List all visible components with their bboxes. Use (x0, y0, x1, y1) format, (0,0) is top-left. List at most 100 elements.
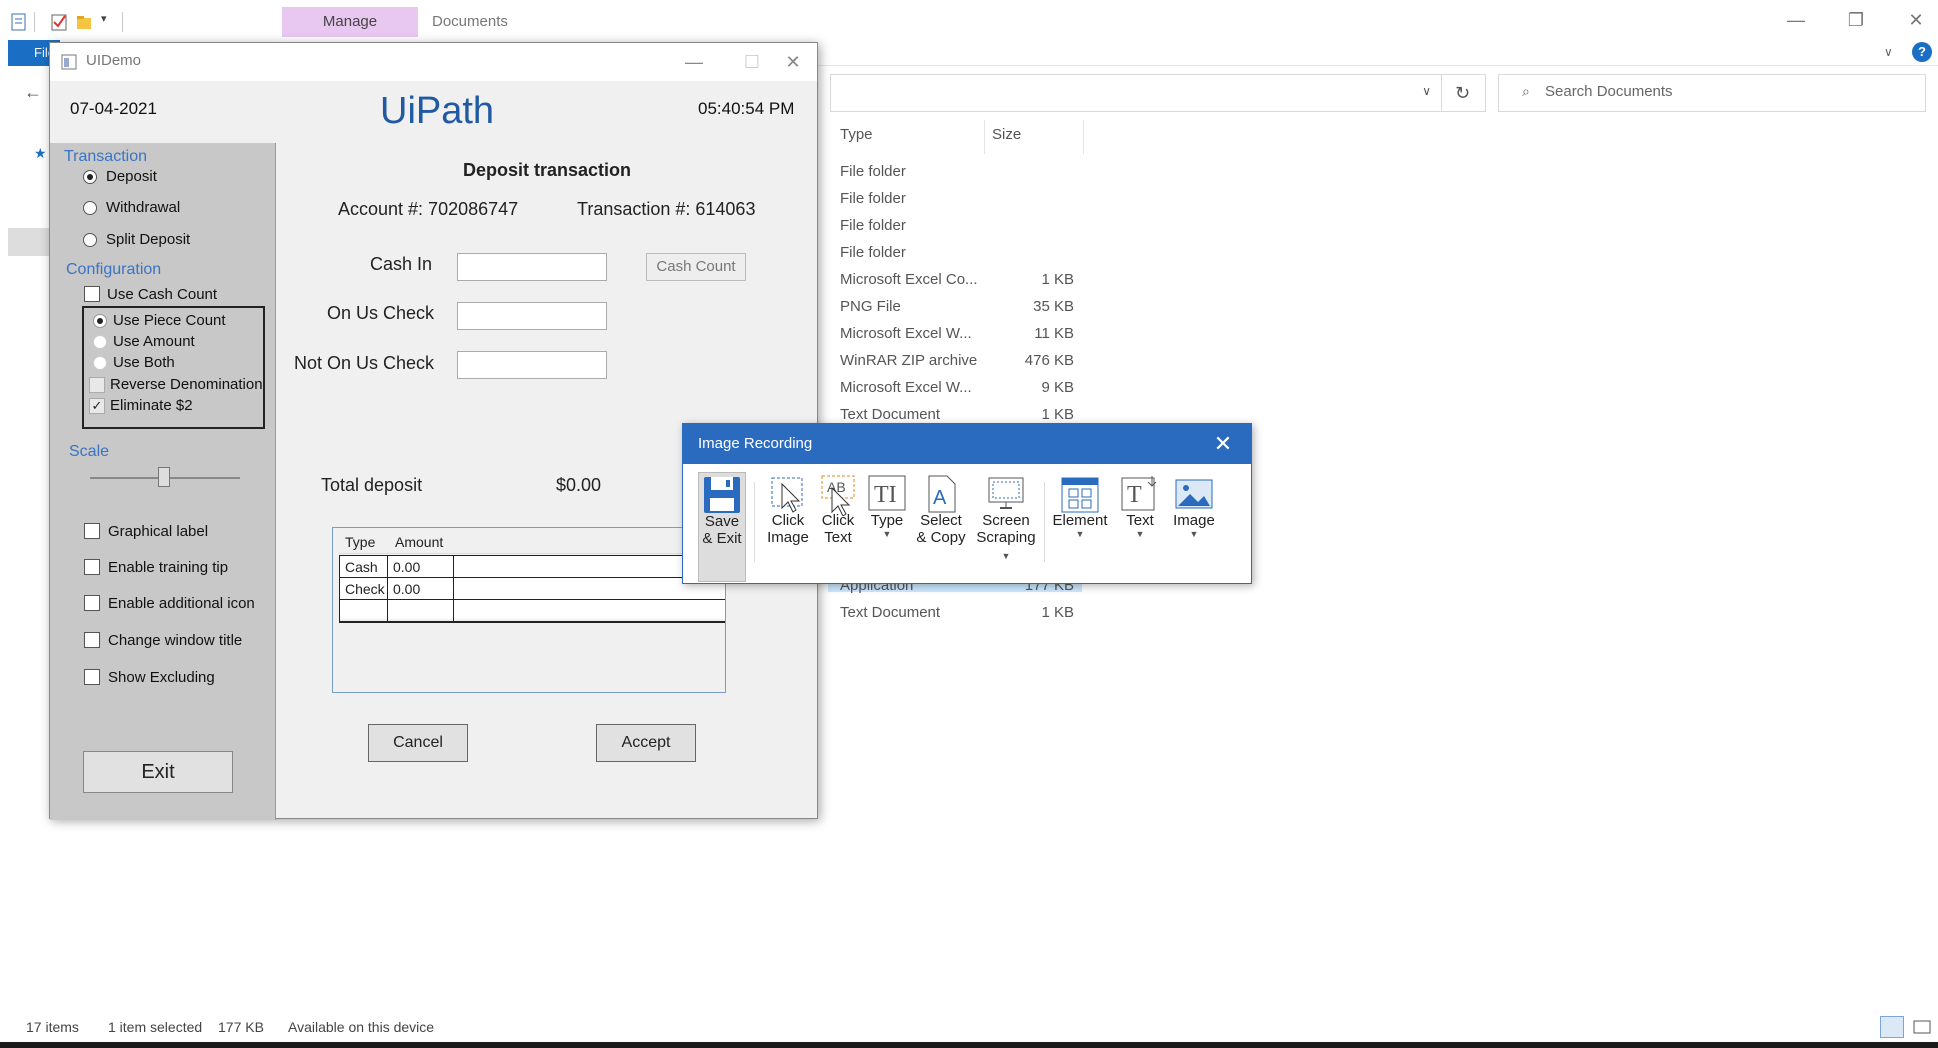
save-exit-button[interactable]: Save & Exit (698, 472, 746, 582)
select-copy-button[interactable]: A Select & Copy (915, 472, 967, 582)
file-row-type[interactable]: Text Document (840, 406, 940, 423)
type-button[interactable]: TI Type ▼ (866, 472, 908, 582)
file-row-size[interactable]: 476 KB (964, 352, 1074, 369)
cash-count-button[interactable]: Cash Count (646, 253, 746, 281)
customize-toolbar-icon[interactable]: ▾ (101, 12, 107, 25)
restore-button[interactable]: ❐ (1836, 10, 1876, 36)
file-row-size[interactable]: 11 KB (964, 325, 1074, 342)
type-dropdown-icon[interactable]: ▼ (866, 529, 908, 539)
uidemo-minimize-button[interactable]: — (670, 47, 718, 77)
file-row-type[interactable]: File folder (840, 244, 906, 261)
on-us-check-input[interactable] (457, 302, 607, 330)
file-row-size[interactable]: 1 KB (964, 406, 1074, 423)
image-recording-titlebar[interactable]: Image Recording ✕ (683, 424, 1251, 464)
image-recording-close-button[interactable]: ✕ (1203, 428, 1243, 460)
change-window-title-label[interactable]: Change window title (108, 632, 242, 649)
split-deposit-radio[interactable] (83, 233, 97, 247)
use-piece-count-label[interactable]: Use Piece Count (113, 312, 226, 329)
withdrawal-label[interactable]: Withdrawal (106, 199, 180, 216)
file-row-type[interactable]: File folder (840, 217, 906, 234)
use-cash-count-checkbox[interactable] (84, 286, 100, 302)
image-dropdown-icon[interactable]: ▼ (1168, 529, 1220, 539)
refresh-button[interactable]: ↻ (1442, 74, 1486, 112)
scale-slider-thumb[interactable] (158, 467, 170, 487)
new-folder-icon[interactable] (75, 12, 95, 32)
use-both-label[interactable]: Use Both (113, 354, 175, 371)
deposit-grid[interactable]: Type Amount Cash 0.00 Check 0.00 (332, 527, 726, 693)
enable-training-tip-checkbox[interactable] (84, 559, 100, 575)
split-deposit-label[interactable]: Split Deposit (106, 231, 190, 248)
file-row-size[interactable]: 9 KB (964, 379, 1074, 396)
reverse-denomination-label[interactable]: Reverse Denomination (110, 376, 263, 393)
help-icon[interactable]: ? (1912, 42, 1932, 62)
text-button[interactable]: T Text ▼ (1118, 472, 1162, 582)
use-piece-count-radio[interactable] (93, 314, 107, 328)
graphical-label-label[interactable]: Graphical label (108, 523, 208, 540)
eliminate-2-label[interactable]: Eliminate $2 (110, 397, 193, 414)
enable-training-tip-label[interactable]: Enable training tip (108, 559, 228, 576)
column-header-type[interactable]: Type (840, 126, 873, 143)
checkmark-icon[interactable] (50, 12, 70, 32)
image-button[interactable]: Image ▼ (1168, 472, 1220, 582)
click-image-button[interactable]: Click Image (763, 472, 813, 582)
uidemo-close-button[interactable]: ✕ (769, 47, 817, 77)
file-row-type[interactable]: Text Document (840, 604, 940, 621)
click-text-button[interactable]: AB Click Text (817, 472, 859, 582)
manage-tab[interactable]: Manage (282, 7, 418, 37)
details-view-icon[interactable] (1880, 1016, 1904, 1038)
properties-icon[interactable] (10, 12, 30, 32)
uidemo-titlebar[interactable]: UIDemo — ☐ ✕ (50, 43, 817, 81)
use-amount-radio[interactable] (93, 335, 107, 349)
use-cash-count-label[interactable]: Use Cash Count (107, 286, 217, 303)
column-header-size[interactable]: Size (992, 126, 1021, 143)
eliminate-2-checkbox[interactable]: ✓ (89, 398, 105, 414)
quick-access-star-icon[interactable]: ★ (34, 145, 47, 162)
file-row-type[interactable]: PNG File (840, 298, 901, 315)
grid-cell-amount[interactable]: 0.00 (389, 557, 424, 577)
address-bar[interactable]: ∨ (830, 74, 1442, 112)
large-icons-view-icon[interactable] (1910, 1016, 1934, 1038)
text-dropdown-icon[interactable]: ▼ (1118, 529, 1162, 539)
show-excluding-label[interactable]: Show Excluding (108, 669, 215, 686)
graphical-label-checkbox[interactable] (84, 523, 100, 539)
use-both-radio[interactable] (93, 356, 107, 370)
file-row-size[interactable]: 35 KB (964, 298, 1074, 315)
grid-header-amount[interactable]: Amount (391, 532, 447, 552)
screen-scraping-button[interactable]: Screen Scraping ▼ (973, 472, 1039, 582)
not-on-us-check-input[interactable] (457, 351, 607, 379)
show-excluding-checkbox[interactable] (84, 669, 100, 685)
file-row-type[interactable]: Microsoft Excel W... (840, 325, 972, 342)
change-window-title-checkbox[interactable] (84, 632, 100, 648)
element-dropdown-icon[interactable]: ▼ (1049, 529, 1111, 539)
close-button[interactable]: ✕ (1896, 10, 1936, 36)
ribbon-expand-icon[interactable]: ∨ (1884, 45, 1893, 59)
grid-cell-type[interactable]: Cash (341, 557, 382, 577)
reverse-denomination-checkbox[interactable] (89, 377, 105, 393)
deposit-label[interactable]: Deposit (106, 168, 157, 185)
file-row-type[interactable]: Microsoft Excel Co... (840, 271, 978, 288)
use-amount-label[interactable]: Use Amount (113, 333, 195, 350)
minimize-button[interactable]: — (1776, 10, 1816, 36)
element-button[interactable]: Element ▼ (1049, 472, 1111, 582)
file-row-type[interactable]: File folder (840, 163, 906, 180)
deposit-radio[interactable] (83, 170, 97, 184)
enable-additional-icon-label[interactable]: Enable additional icon (108, 595, 255, 612)
cancel-button[interactable]: Cancel (368, 724, 468, 762)
file-row-type[interactable]: File folder (840, 190, 906, 207)
withdrawal-radio[interactable] (83, 201, 97, 215)
back-arrow-icon[interactable]: ← (24, 82, 42, 103)
screen-scraping-dropdown-icon[interactable]: ▼ (1002, 551, 1011, 561)
file-row-type[interactable]: Microsoft Excel W... (840, 379, 972, 396)
enable-additional-icon-checkbox[interactable] (84, 595, 100, 611)
address-dropdown-icon[interactable]: ∨ (1422, 84, 1431, 98)
grid-cell-amount[interactable]: 0.00 (389, 579, 424, 599)
file-row-size[interactable]: 1 KB (964, 604, 1074, 621)
search-placeholder[interactable]: Search Documents (1545, 83, 1673, 100)
file-row-type[interactable]: WinRAR ZIP archive (840, 352, 977, 369)
grid-cell-type[interactable]: Check (341, 579, 389, 599)
grid-header-type[interactable]: Type (341, 532, 379, 552)
accept-button[interactable]: Accept (596, 724, 696, 762)
exit-button[interactable]: Exit (83, 751, 233, 793)
file-row-size[interactable]: 1 KB (964, 271, 1074, 288)
cash-in-input[interactable] (457, 253, 607, 281)
